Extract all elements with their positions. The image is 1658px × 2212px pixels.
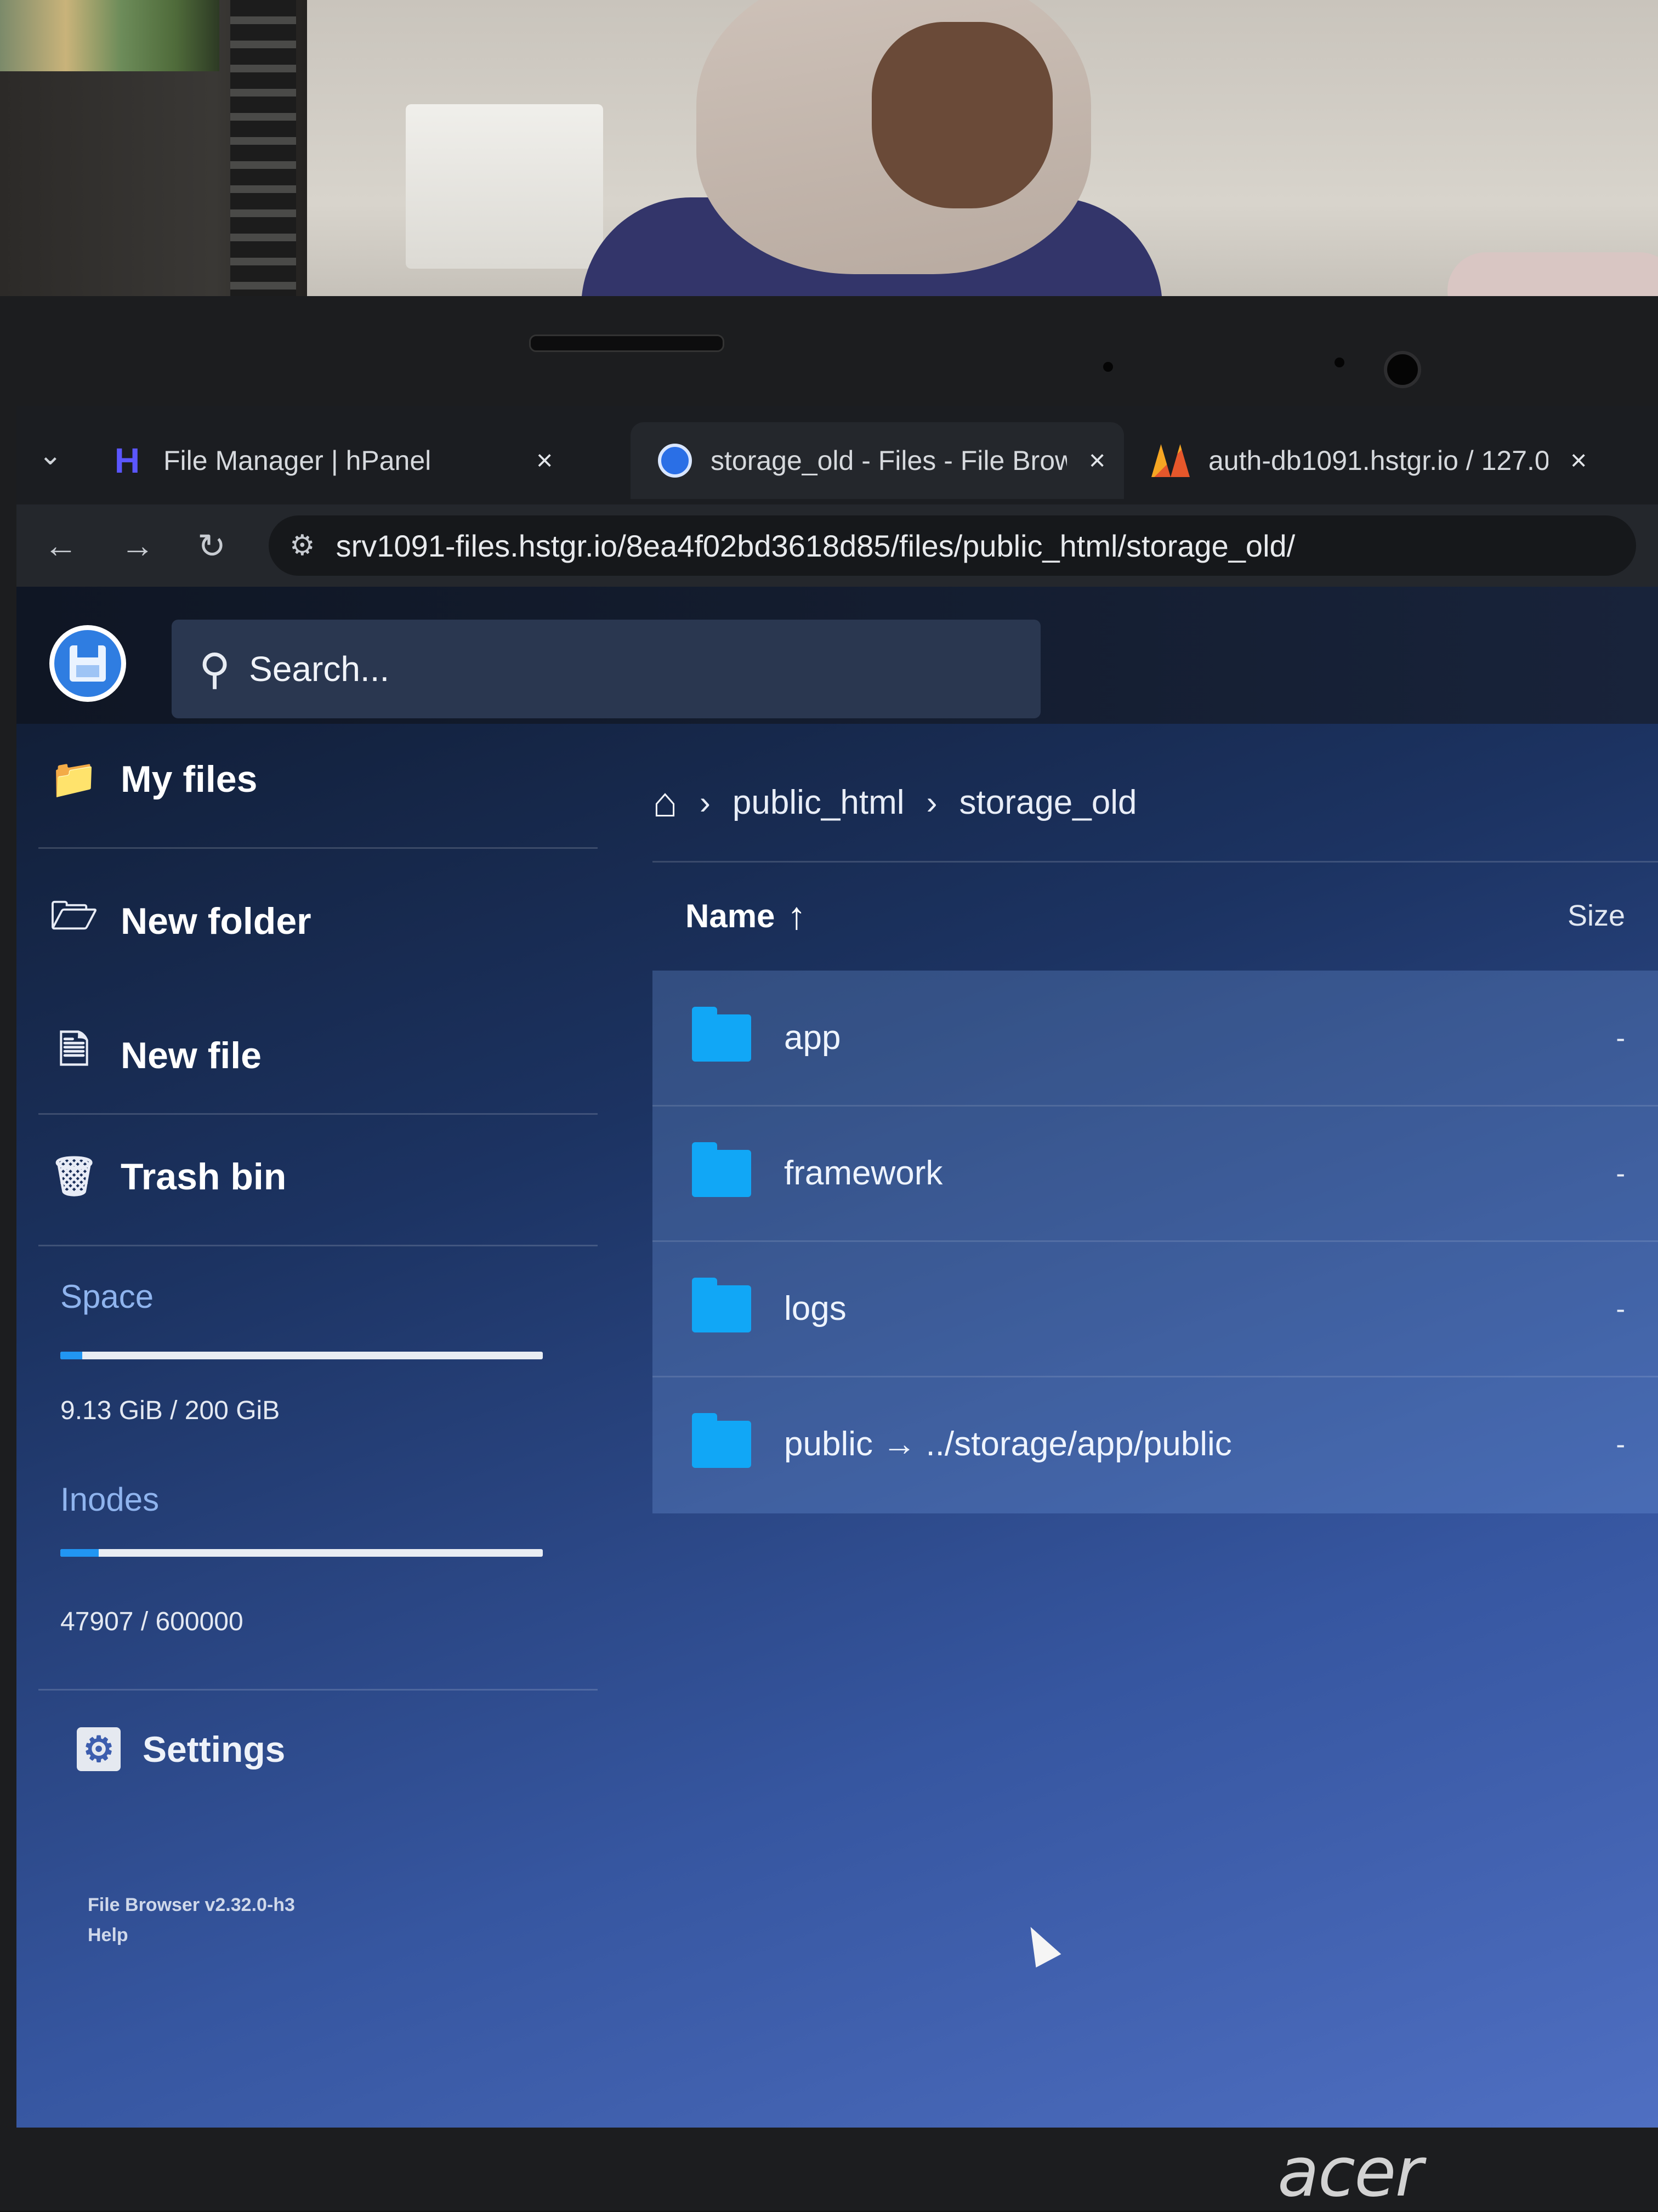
- inodes-progress-fill: [60, 1549, 99, 1557]
- logo-circle: [54, 630, 121, 697]
- sidebar-item-trash-bin[interactable]: 🗑 Trash bin: [49, 1154, 287, 1199]
- space-usage-text: 9.13 GiB / 200 GiB: [60, 1396, 280, 1425]
- sidebar-item-label: Settings: [143, 1729, 286, 1769]
- file-browser-favicon-icon: [658, 444, 692, 478]
- arrow-up-icon[interactable]: ↑: [787, 894, 806, 938]
- file-browser-logo[interactable]: [49, 625, 126, 702]
- sidebar: 📁 My files 🗁 New folder 🗎 New file 🗑 Tra…: [16, 724, 598, 2128]
- tab-phpmyadmin[interactable]: auth-db1091.hstgr.io / 127.0.0 ×: [1151, 422, 1645, 499]
- help-link[interactable]: Help: [88, 1925, 128, 1946]
- tab-list-button[interactable]: ⌄: [38, 439, 63, 472]
- printer: [406, 104, 603, 269]
- gear-icon: ⚙: [77, 1727, 121, 1771]
- item-name: app: [784, 1019, 841, 1057]
- divider: [38, 1113, 598, 1115]
- item-name: public → ../storage/app/public: [784, 1425, 1232, 1463]
- shelf: [0, 0, 307, 307]
- breadcrumb: ⌂ › public_html › storage_old: [652, 779, 1137, 826]
- list-item[interactable]: public → ../storage/app/public -: [652, 1377, 1658, 1511]
- floppy-disk-icon: [70, 645, 106, 682]
- back-arrow-icon[interactable]: ←: [44, 526, 93, 565]
- search-input[interactable]: [248, 648, 909, 690]
- bezel-slot: [529, 334, 724, 352]
- hpanel-logo-icon: H: [114, 441, 140, 480]
- tab-close-icon[interactable]: ×: [1089, 444, 1105, 477]
- folder-icon: [692, 1413, 751, 1468]
- sensor-dot: [1335, 358, 1344, 367]
- item-name: logs: [784, 1290, 847, 1328]
- search-bar[interactable]: ⚲: [172, 620, 1041, 718]
- divider: [38, 1245, 598, 1246]
- forward-arrow-icon[interactable]: →: [121, 526, 170, 565]
- mouse-cursor-icon: [1018, 1920, 1061, 1968]
- shelf-items: [0, 0, 219, 71]
- screen: ⌄ H File Manager | hPanel × storage_old …: [16, 406, 1658, 2128]
- sidebar-item-label: New folder: [121, 900, 311, 942]
- tab-title: auth-db1091.hstgr.io / 127.0.0: [1208, 445, 1548, 476]
- folder-icon: [692, 1142, 751, 1197]
- name-column-header[interactable]: Name: [685, 897, 775, 935]
- breadcrumb-item[interactable]: public_html: [733, 783, 905, 822]
- tab-title: storage_old - Files - File Browse: [711, 445, 1067, 476]
- tab-title: File Manager | hPanel: [163, 445, 431, 476]
- sidebar-item-my-files[interactable]: 📁 My files: [49, 757, 257, 802]
- file-listing: app - framework - logs - public → ../sto…: [652, 971, 1658, 1513]
- create-folder-icon: 🗁: [50, 894, 98, 937]
- site-info-icon[interactable]: ⚙: [289, 529, 315, 562]
- shelf-rack: [230, 0, 296, 307]
- item-size: -: [1616, 1022, 1625, 1053]
- phpmyadmin-favicon-icon: [1151, 444, 1190, 477]
- webcam: [1384, 351, 1421, 388]
- sidebar-item-label: My files: [121, 758, 258, 800]
- divider: [38, 1689, 598, 1691]
- item-size: -: [1616, 1158, 1625, 1189]
- listing-header: Name ↑ Size: [652, 861, 1658, 971]
- tab-bar: ⌄ H File Manager | hPanel × storage_old …: [16, 406, 1658, 504]
- url-field[interactable]: ⚙ srv1091-files.hstgr.io/8ea4f02bd3618d8…: [269, 515, 1636, 576]
- sensor-dot: [1103, 362, 1113, 372]
- sidebar-item-new-file[interactable]: 🗎 New file: [49, 1023, 262, 1088]
- item-size: -: [1616, 1428, 1625, 1460]
- address-bar: ← → ↻ ⚙ srv1091-files.hstgr.io/8ea4f02bd…: [16, 504, 1658, 587]
- tab-close-icon[interactable]: ×: [536, 444, 553, 477]
- trash-icon: 🗑: [49, 1155, 99, 1198]
- divider: [38, 847, 598, 849]
- app-header: ⚲: [16, 587, 1658, 724]
- size-column-header[interactable]: Size: [1568, 899, 1625, 933]
- folder-icon: [692, 1006, 751, 1062]
- home-icon[interactable]: ⌂: [652, 779, 678, 826]
- list-item[interactable]: app -: [652, 971, 1658, 1107]
- background-photo: [0, 0, 1658, 340]
- sidebar-item-new-folder[interactable]: 🗁 New folder: [49, 888, 311, 954]
- space-label: Space: [60, 1278, 154, 1315]
- acer-logo: acer: [1277, 2133, 1423, 2212]
- item-size: -: [1616, 1293, 1625, 1324]
- list-item[interactable]: logs -: [652, 1241, 1658, 1377]
- file-browser-app: ⚲ 📁 My files 🗁 New folder 🗎 New file 🗑: [16, 587, 1658, 2128]
- search-icon: ⚲: [199, 644, 231, 693]
- tab-file-browser[interactable]: storage_old - Files - File Browse ×: [631, 422, 1124, 499]
- item-name: framework: [784, 1154, 943, 1192]
- inodes-usage-text: 47907 / 600000: [60, 1607, 243, 1636]
- breadcrumb-item[interactable]: storage_old: [959, 783, 1137, 822]
- person-face: [872, 22, 1053, 208]
- chevron-right-icon: ›: [926, 784, 938, 821]
- inodes-label: Inodes: [60, 1481, 160, 1518]
- version-text[interactable]: File Browser v2.32.0-h3: [88, 1895, 295, 1916]
- folder-icon: 📁: [50, 757, 98, 800]
- space-progress-fill: [60, 1352, 83, 1359]
- list-item[interactable]: framework -: [652, 1106, 1658, 1242]
- sidebar-item-label: New file: [121, 1034, 262, 1076]
- sidebar-item-label: Trash bin: [121, 1156, 287, 1198]
- tab-hpanel[interactable]: H File Manager | hPanel ×: [110, 422, 603, 499]
- tab-close-icon[interactable]: ×: [1570, 444, 1587, 477]
- folder-icon: [692, 1277, 751, 1332]
- note-add-icon: 🗎: [58, 1029, 90, 1071]
- sidebar-item-settings[interactable]: ⚙ Settings: [77, 1727, 285, 1771]
- space-progress-bar: [60, 1352, 543, 1359]
- url-text[interactable]: srv1091-files.hstgr.io/8ea4f02bd3618d85/…: [336, 528, 1296, 564]
- inodes-progress-bar: [60, 1549, 543, 1557]
- reload-icon[interactable]: ↻: [197, 526, 247, 566]
- chevron-right-icon: ›: [699, 784, 711, 821]
